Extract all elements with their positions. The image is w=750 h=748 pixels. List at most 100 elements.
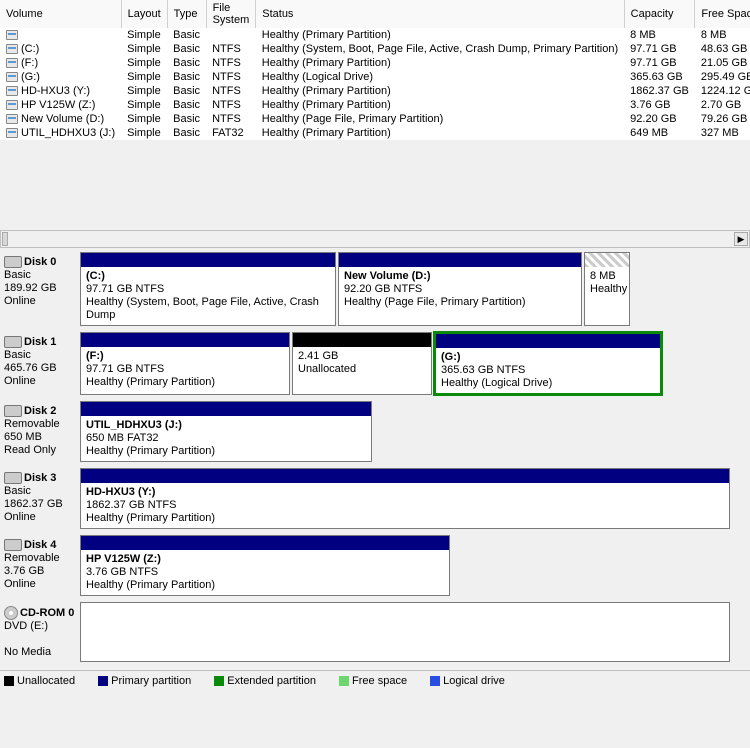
partition-header	[81, 333, 289, 347]
partition[interactable]: New Volume (D:)92.20 GB NTFSHealthy (Pag…	[338, 252, 582, 326]
swatch-free-icon	[339, 676, 349, 686]
partition-body: 2.41 GBUnallocated	[293, 347, 431, 394]
volume-capacity: 365.63 GB	[624, 70, 695, 84]
volume-fs: NTFS	[206, 112, 256, 126]
partition-body: HP V125W (Z:)3.76 GB NTFSHealthy (Primar…	[81, 550, 449, 595]
volume-capacity: 97.71 GB	[624, 42, 695, 56]
disk-icon	[4, 539, 22, 551]
cdrom-partition[interactable]	[80, 602, 730, 662]
cdrom-icon	[4, 606, 18, 620]
volume-icon	[6, 72, 18, 82]
disk-type: Basic	[4, 485, 31, 497]
partition-body: (G:)365.63 GB NTFSHealthy (Logical Drive…	[436, 348, 660, 393]
partition-sub: 97.71 GB NTFS	[86, 283, 330, 296]
disk-name: Disk 4	[24, 539, 56, 551]
table-row[interactable]: (G:)SimpleBasicNTFSHealthy (Logical Driv…	[0, 70, 750, 84]
table-row[interactable]: New Volume (D:)SimpleBasicNTFSHealthy (P…	[0, 112, 750, 126]
table-row[interactable]: HP V125W (Z:)SimpleBasicNTFSHealthy (Pri…	[0, 98, 750, 112]
partition-container: HP V125W (Z:)3.76 GB NTFSHealthy (Primar…	[80, 535, 452, 596]
disk-row: Disk 4Removable3.76 GBOnlineHP V125W (Z:…	[2, 535, 748, 596]
disk-label[interactable]: Disk 1Basic465.76 GBOnline	[2, 332, 80, 395]
partition-title: UTIL_HDHXU3 (J:)	[86, 419, 366, 432]
table-row[interactable]: HD-HXU3 (Y:)SimpleBasicNTFSHealthy (Prim…	[0, 84, 750, 98]
partition-sub: 650 MB FAT32	[86, 432, 366, 445]
volume-type: Basic	[167, 112, 206, 126]
partition-header	[293, 333, 431, 347]
partition[interactable]: (C:)97.71 GB NTFSHealthy (System, Boot, …	[80, 252, 336, 326]
volume-status: Healthy (Primary Partition)	[256, 28, 624, 42]
scroll-right-button[interactable]: ▶	[734, 232, 748, 246]
cdrom-name: CD-ROM 0	[20, 607, 74, 619]
disk-state: Online	[4, 578, 36, 590]
disk-type: Removable	[4, 552, 60, 564]
scroll-thumb[interactable]	[2, 232, 8, 246]
table-row[interactable]: UTIL_HDHXU3 (J:)SimpleBasicFAT32Healthy …	[0, 126, 750, 140]
disk-row: Disk 1Basic465.76 GBOnline(F:)97.71 GB N…	[2, 332, 748, 395]
volume-name: UTIL_HDHXU3 (J:)	[21, 127, 115, 139]
col-freespace[interactable]: Free Space	[695, 0, 750, 28]
volume-fs: FAT32	[206, 126, 256, 140]
col-filesystem[interactable]: File System	[206, 0, 256, 28]
disk-size: 465.76 GB	[4, 362, 57, 374]
col-status[interactable]: Status	[256, 0, 624, 28]
volume-free: 48.63 GB	[695, 42, 750, 56]
disk-size: 189.92 GB	[4, 282, 57, 294]
volume-free: 21.05 GB	[695, 56, 750, 70]
volume-icon	[6, 86, 18, 96]
partition-sub: 8 MB	[590, 270, 624, 283]
partition-status: Healthy	[590, 283, 624, 296]
horizontal-scrollbar[interactable]: ▶	[0, 230, 750, 248]
volume-fs	[206, 28, 256, 42]
legend-logical: Logical drive	[443, 675, 505, 687]
partition-header	[81, 402, 371, 416]
volume-capacity: 1862.37 GB	[624, 84, 695, 98]
col-volume[interactable]: Volume	[0, 0, 121, 28]
partition-sub: 1862.37 GB NTFS	[86, 499, 724, 512]
volume-name: New Volume (D:)	[21, 113, 104, 125]
disk-label[interactable]: Disk 0Basic189.92 GBOnline	[2, 252, 80, 326]
partition[interactable]: 2.41 GBUnallocated	[292, 332, 432, 395]
disk-name: Disk 0	[24, 256, 56, 268]
partition-sub: 97.71 GB NTFS	[86, 363, 284, 376]
swatch-unallocated-icon	[4, 676, 14, 686]
disk-label[interactable]: Disk 2Removable650 MBRead Only	[2, 401, 80, 462]
cdrom-sub: DVD (E:)	[4, 620, 48, 632]
partition[interactable]: HD-HXU3 (Y:)1862.37 GB NTFSHealthy (Prim…	[80, 468, 730, 529]
partition[interactable]: UTIL_HDHXU3 (J:)650 MB FAT32Healthy (Pri…	[80, 401, 372, 462]
partition-title: (G:)	[441, 351, 655, 364]
volume-layout: Simple	[121, 112, 167, 126]
disk-label[interactable]: Disk 3Basic1862.37 GBOnline	[2, 468, 80, 529]
swatch-extended-icon	[214, 676, 224, 686]
volume-layout: Simple	[121, 98, 167, 112]
disk-label[interactable]: Disk 4Removable3.76 GBOnline	[2, 535, 80, 596]
partition-header	[81, 253, 335, 267]
partition-status: Unallocated	[298, 363, 426, 376]
partition-header	[81, 536, 449, 550]
partition-title: (F:)	[86, 350, 284, 363]
volume-icon	[6, 128, 18, 138]
table-row[interactable]: (C:)SimpleBasicNTFSHealthy (System, Boot…	[0, 42, 750, 56]
col-capacity[interactable]: Capacity	[624, 0, 695, 28]
volume-fs: NTFS	[206, 70, 256, 84]
partition-status: Healthy (Primary Partition)	[86, 579, 444, 592]
partition[interactable]: HP V125W (Z:)3.76 GB NTFSHealthy (Primar…	[80, 535, 450, 596]
partition-sub: 3.76 GB NTFS	[86, 566, 444, 579]
partition[interactable]: (G:)365.63 GB NTFSHealthy (Logical Drive…	[434, 332, 662, 395]
partition-sub: 2.41 GB	[298, 350, 426, 363]
partition-container: (C:)97.71 GB NTFSHealthy (System, Boot, …	[80, 252, 632, 326]
table-row[interactable]: (F:)SimpleBasicNTFSHealthy (Primary Part…	[0, 56, 750, 70]
volume-table[interactable]: Volume Layout Type File System Status Ca…	[0, 0, 750, 140]
col-type[interactable]: Type	[167, 0, 206, 28]
disk-state: Online	[4, 375, 36, 387]
partition-sub: 365.63 GB NTFS	[441, 364, 655, 377]
table-row[interactable]: SimpleBasicHealthy (Primary Partition)8 …	[0, 28, 750, 42]
volume-capacity: 3.76 GB	[624, 98, 695, 112]
partition[interactable]: (F:)97.71 GB NTFSHealthy (Primary Partit…	[80, 332, 290, 395]
col-layout[interactable]: Layout	[121, 0, 167, 28]
legend: Unallocated Primary partition Extended p…	[0, 670, 750, 691]
volume-name: HP V125W (Z:)	[21, 99, 95, 111]
volume-free: 327 MB	[695, 126, 750, 140]
partition[interactable]: 8 MBHealthy	[584, 252, 630, 326]
cdrom-label[interactable]: CD-ROM 0DVD (E:)No Media	[2, 602, 80, 662]
disk-name: Disk 1	[24, 336, 56, 348]
